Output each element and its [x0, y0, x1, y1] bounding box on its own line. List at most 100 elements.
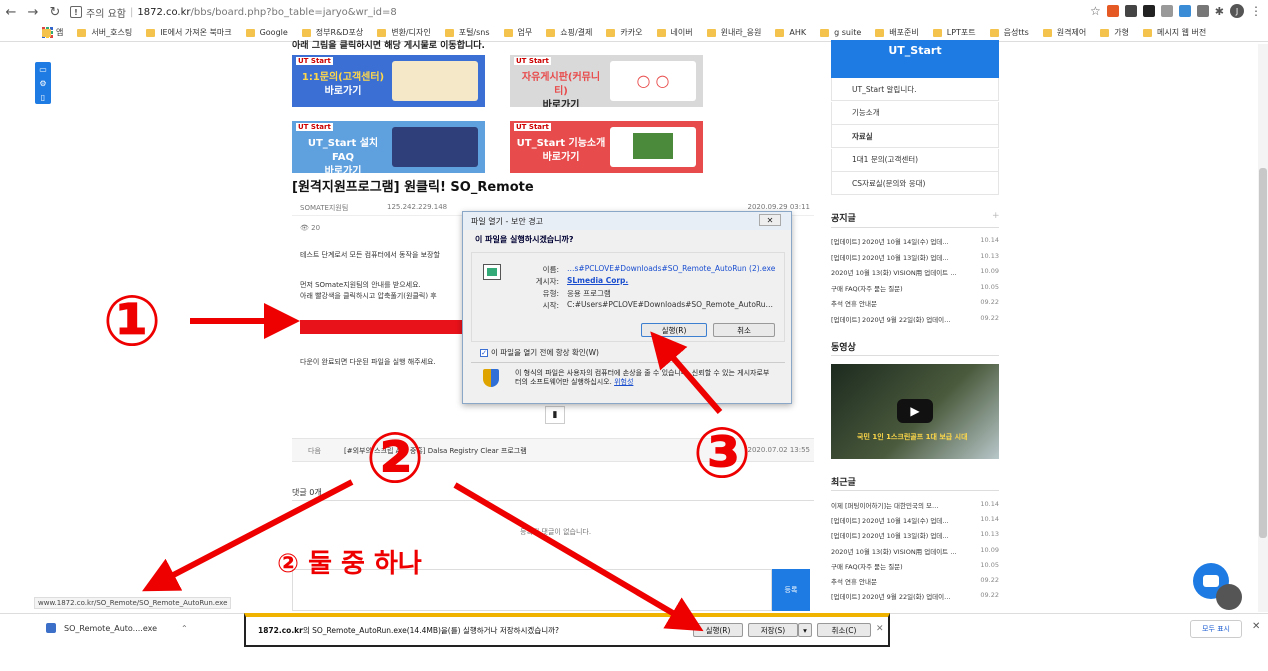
chevron-up-icon[interactable]: ⌃	[181, 624, 188, 633]
bookmark-button[interactable]: ▮	[545, 406, 565, 424]
bookmark-item[interactable]: LPT포트	[932, 27, 976, 38]
bookmark-item[interactable]: AHK	[775, 28, 806, 37]
download-link-red[interactable]	[300, 320, 465, 334]
sidebar-menu-item[interactable]: 기능소개	[831, 101, 999, 125]
bookmark-item[interactable]: 음성tts	[989, 27, 1029, 38]
sidebar-menu-item[interactable]: 1대1 문의(고객센터)	[831, 148, 999, 172]
reload-icon[interactable]: ↻	[44, 1, 66, 23]
star-icon[interactable]: ☆	[1090, 4, 1101, 18]
profile-avatar[interactable]: J	[1230, 4, 1244, 18]
side-quick-toolbar[interactable]: ▭ ⚙ ▯	[35, 62, 51, 104]
download-item[interactable]: SO_Remote_Auto....exe ⌃	[46, 623, 188, 633]
bookmark-item[interactable]: 가형	[1100, 27, 1129, 38]
scroll-top-button[interactable]	[1216, 584, 1242, 610]
extension-icon[interactable]	[1106, 5, 1119, 17]
plus-icon[interactable]: +	[992, 211, 1000, 221]
banner-link[interactable]: UT Start 1:1문의(고객센터) 바로가기	[292, 55, 485, 107]
bookmark-item[interactable]: 윈내라_응원	[706, 27, 761, 38]
extension-icon[interactable]	[1178, 5, 1191, 17]
news-title[interactable]: [업데이트] 2020년 9월 22일(화) 업데이…	[831, 314, 951, 324]
bookmark-item[interactable]: g suite	[820, 28, 861, 37]
bookmark-item[interactable]: 정부R&D포상	[301, 27, 363, 38]
close-icon[interactable]: ✕	[876, 624, 884, 634]
news-item[interactable]: [업데이트] 2020년 10월 14일(수) 업데… 10.14	[831, 236, 999, 246]
play-icon[interactable]: ▶	[897, 399, 933, 423]
always-check[interactable]: ✓ 이 파일을 열기 전에 항상 확인(W)	[480, 347, 599, 358]
download-save-button[interactable]: 저장(S)	[748, 623, 798, 637]
news-title[interactable]: [업데이트] 2020년 10월 14일(수) 업데…	[831, 236, 949, 246]
scrollbar[interactable]	[1258, 44, 1268, 612]
checkbox-icon[interactable]: ✓	[480, 348, 488, 357]
news-title[interactable]: [업데이트] 2020년 10월 13일(화) 업데…	[831, 530, 949, 540]
bookmark-item[interactable]: 변환/디자인	[377, 27, 431, 38]
download-run-button[interactable]: 실행(R)	[693, 623, 743, 637]
news-title[interactable]: 구매 FAQ(자주 묻는 질문)	[831, 561, 903, 571]
bookmark-item[interactable]: 원격제어	[1042, 27, 1086, 38]
publisher-link[interactable]: SLmedia Corp.	[567, 276, 628, 285]
address-bar[interactable]: ! 주의 요함 | 1872.co.kr /bbs/board.php?bo_t…	[70, 5, 397, 20]
bookmark-item[interactable]: IE에서 가져온 북마크	[146, 27, 232, 38]
run-button[interactable]: 실행(R)	[641, 323, 707, 337]
news-item[interactable]: [업데이트] 2020년 9월 22일(화) 업데이… 09.22	[831, 591, 999, 601]
bookmark-item[interactable]: 쇼핑/결제	[546, 27, 592, 38]
save-dropdown-button[interactable]: ▾	[798, 623, 812, 637]
monitor-icon[interactable]: ▭	[39, 65, 47, 74]
news-item[interactable]: [업데이트] 2020년 10월 13일(화) 업데… 10.13	[831, 252, 999, 262]
bookmark-item[interactable]: 네이버	[656, 27, 693, 38]
bookmark-item[interactable]: 업무	[503, 27, 532, 38]
menu-icon[interactable]: ⋮	[1250, 4, 1262, 18]
news-item[interactable]: 2020년 10월 13(화) VISION用 업데이트 … 10.09	[831, 546, 999, 556]
news-item[interactable]: 추석 연휴 안내문 09.22	[831, 298, 999, 308]
bookmark-item[interactable]: 메시지 웹 버전	[1142, 27, 1206, 38]
bookmark-label: LPT포트	[946, 28, 976, 37]
sidebar-menu-item[interactable]: 자료실	[831, 125, 999, 148]
news-title[interactable]: 구매 FAQ(자주 묻는 질문)	[831, 283, 903, 293]
back-icon[interactable]: ←	[0, 1, 22, 23]
video-thumbnail[interactable]: ▶ 국민 1인 1스크린골프 1대 보급 시대	[831, 364, 999, 459]
copy-icon[interactable]: ▯	[41, 93, 45, 102]
news-item[interactable]: 2020년 10월 13(화) VISION用 업데이트 … 10.09	[831, 267, 999, 277]
cancel-button[interactable]: 취소	[713, 323, 775, 337]
gear-icon[interactable]: ⚙	[39, 79, 46, 88]
news-title[interactable]: 이제 [퍼팅이어하기]는 대한민국의 모…	[831, 500, 938, 510]
banner-link[interactable]: UT Start 자유게시판(커뮤니티) 바로가기 ○ ○	[510, 55, 703, 107]
bookmark-item[interactable]: 카카오	[606, 27, 643, 38]
name-value[interactable]: …s#PCLOVE#Downloads#SO_Remote_AutoRun (2…	[567, 264, 775, 273]
news-item[interactable]: 구매 FAQ(자주 묻는 질문) 10.05	[831, 561, 999, 571]
download-cancel-button[interactable]: 취소(C)	[817, 623, 871, 637]
news-item[interactable]: [업데이트] 2020년 10월 14일(수) 업데… 10.14	[831, 515, 999, 525]
banner-link[interactable]: UT Start UT_Start 설치 FAQ 바로가기	[292, 121, 485, 173]
news-title[interactable]: [업데이트] 2020년 10월 13일(화) 업데…	[831, 252, 949, 262]
puzzle-icon[interactable]: ✱	[1215, 5, 1224, 18]
extension-icon[interactable]	[1142, 5, 1155, 17]
sidebar-menu-item[interactable]: CS자료실(문의와 응대)	[831, 172, 999, 195]
extension-icon[interactable]	[1124, 5, 1137, 17]
bookmark-item[interactable]: 앱	[42, 27, 63, 38]
news-title[interactable]: 2020년 10월 13(화) VISION用 업데이트 …	[831, 267, 957, 277]
banner-link[interactable]: UT Start UT_Start 기능소개 바로가기	[510, 121, 703, 173]
extension-icon[interactable]	[1196, 5, 1209, 17]
forward-icon[interactable]: →	[22, 1, 44, 23]
bookmark-item[interactable]: 포털/sns	[444, 27, 490, 38]
close-icon[interactable]: ✕	[1252, 621, 1260, 632]
news-title[interactable]: 추석 연휴 안내문	[831, 576, 877, 586]
news-title[interactable]: [업데이트] 2020년 9월 22일(화) 업데이…	[831, 591, 951, 601]
news-item[interactable]: 이제 [퍼팅이어하기]는 대한민국의 모… 10.14	[831, 500, 999, 510]
news-title[interactable]: 추석 연휴 안내문	[831, 298, 877, 308]
close-button[interactable]: ✕	[759, 214, 781, 226]
news-item[interactable]: 추석 연휴 안내문 09.22	[831, 576, 999, 586]
submit-button[interactable]: 등록	[772, 569, 810, 611]
news-item[interactable]: [업데이트] 2020년 10월 13일(화) 업데… 10.13	[831, 530, 999, 540]
news-title[interactable]: [업데이트] 2020년 10월 14일(수) 업데…	[831, 515, 949, 525]
news-item[interactable]: [업데이트] 2020년 9월 22일(화) 업데이… 09.22	[831, 314, 999, 324]
show-all-button[interactable]: 모두 표시	[1190, 620, 1242, 638]
bookmark-item[interactable]: 배포준비	[875, 27, 919, 38]
scrollbar-thumb[interactable]	[1259, 168, 1267, 538]
bookmark-item[interactable]: Google	[245, 28, 288, 37]
news-item[interactable]: 구매 FAQ(자주 묻는 질문) 10.05	[831, 283, 999, 293]
news-title[interactable]: 2020년 10월 13(화) VISION用 업데이트 …	[831, 546, 957, 556]
extension-icon[interactable]	[1160, 5, 1173, 17]
risk-link[interactable]: 위험성	[614, 378, 633, 386]
sidebar-menu-item[interactable]: UT_Start 알립니다.	[831, 78, 999, 101]
bookmark-item[interactable]: 서버_호스팅	[77, 27, 132, 38]
